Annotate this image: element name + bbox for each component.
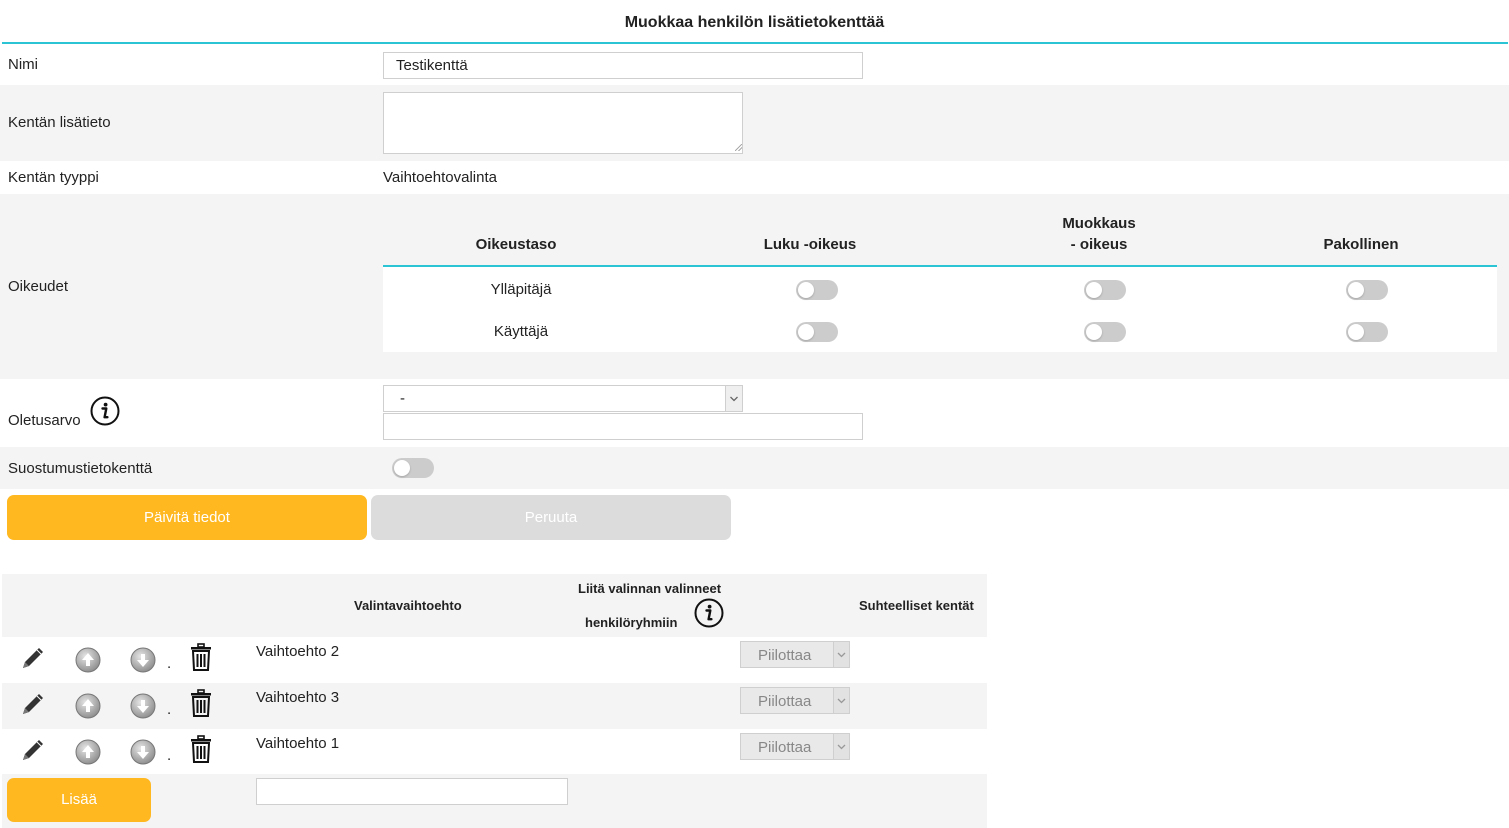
- perm-header-edit-line1: Muokkaus: [1062, 215, 1136, 232]
- chevron-down-icon: [833, 688, 849, 713]
- default-value-label: Oletusarvo: [8, 412, 81, 429]
- chevron-down-icon: [725, 386, 742, 411]
- add-option-row: Lisää: [2, 774, 987, 828]
- row-separator: .: [167, 655, 172, 672]
- trash-icon[interactable]: [186, 734, 216, 764]
- new-option-input[interactable]: [256, 778, 568, 805]
- options-table-header: Valintavaihtoehto Liitä valinnan valinne…: [2, 574, 987, 637]
- relative-select[interactable]: Piilottaa: [740, 641, 850, 668]
- arrow-up-icon[interactable]: [73, 691, 103, 721]
- perm-header-edit-line2: - oikeus: [1070, 236, 1128, 253]
- toggle-admin-edit[interactable]: [1084, 280, 1126, 300]
- resize-grip-icon[interactable]: [735, 144, 742, 151]
- pencil-icon[interactable]: [18, 735, 48, 765]
- info-icon[interactable]: [90, 396, 120, 426]
- relative-select-value: Piilottaa: [758, 693, 812, 710]
- relative-select[interactable]: Piilottaa: [740, 733, 850, 760]
- toggle-admin-read[interactable]: [796, 280, 838, 300]
- toggle-admin-required[interactable]: [1346, 280, 1388, 300]
- title-divider: [2, 42, 1508, 44]
- toggle-user-edit[interactable]: [1084, 322, 1126, 342]
- option-label: Vaihtoehto 2: [256, 643, 340, 660]
- name-label: Nimi: [8, 56, 38, 73]
- chevron-down-icon: [833, 642, 849, 667]
- perm-header-read: Luku -oikeus: [763, 236, 857, 253]
- trash-icon[interactable]: [186, 688, 216, 718]
- table-row: . Vaihtoehto 3 Piilottaa: [2, 683, 987, 729]
- table-row: . Vaihtoehto 2 Piilottaa: [2, 637, 987, 683]
- arrow-down-icon[interactable]: [128, 737, 158, 767]
- perm-header-required: Pakollinen: [1323, 236, 1399, 253]
- option-label: Vaihtoehto 1: [256, 735, 340, 752]
- field-type-value: Vaihtoehtovalinta: [383, 169, 497, 186]
- relative-select[interactable]: Piilottaa: [740, 687, 850, 714]
- name-input[interactable]: [383, 52, 863, 79]
- arrow-up-icon[interactable]: [73, 737, 103, 767]
- header-relative: Suhteelliset kentät: [859, 598, 974, 613]
- perm-role-user: Käyttäjä: [493, 323, 549, 340]
- toggle-user-required[interactable]: [1346, 322, 1388, 342]
- table-row: . Vaihtoehto 1 Piilottaa: [2, 729, 987, 775]
- pencil-icon[interactable]: [18, 689, 48, 719]
- permissions-table-body: Ylläpitäjä Käyttäjä: [383, 267, 1497, 352]
- perm-role-admin: Ylläpitäjä: [490, 281, 552, 298]
- field-type-row: Kentän tyyppi Vaihtoehtovalinta: [0, 161, 1509, 194]
- row-separator: .: [167, 747, 172, 764]
- permissions-row: Oikeudet Oikeustaso Luku -oikeus Muokkau…: [0, 194, 1509, 379]
- consent-label: Suostumustietokenttä: [8, 460, 153, 477]
- header-option: Valintavaihtoehto: [354, 598, 462, 613]
- default-value-input[interactable]: [383, 413, 863, 440]
- trash-icon[interactable]: [186, 642, 216, 672]
- relative-select-value: Piilottaa: [758, 739, 812, 756]
- description-label: Kentän lisätieto: [8, 114, 111, 131]
- add-option-button[interactable]: Lisää: [7, 778, 151, 822]
- option-label: Vaihtoehto 3: [256, 689, 340, 706]
- page-title: Muokkaa henkilön lisätietokenttää: [624, 14, 885, 31]
- default-value-selected: -: [400, 390, 405, 407]
- arrow-down-icon[interactable]: [128, 645, 158, 675]
- row-separator: .: [167, 701, 172, 718]
- field-type-label: Kentän tyyppi: [8, 169, 99, 186]
- cancel-button[interactable]: Peruuta: [371, 495, 731, 540]
- toggle-consent[interactable]: [392, 458, 434, 478]
- permissions-label: Oikeudet: [8, 278, 69, 295]
- info-icon[interactable]: [694, 598, 724, 628]
- arrow-up-icon[interactable]: [73, 645, 103, 675]
- default-value-select[interactable]: -: [383, 385, 743, 412]
- description-row: Kentän lisätieto: [0, 85, 1509, 161]
- perm-header-level: Oikeustaso: [475, 236, 557, 253]
- options-table: Valintavaihtoehto Liitä valinnan valinne…: [2, 574, 987, 828]
- header-groups-line1: Liitä valinnan valinneet: [578, 581, 722, 596]
- relative-select-value: Piilottaa: [758, 647, 812, 664]
- pencil-icon[interactable]: [18, 643, 48, 673]
- chevron-down-icon: [833, 734, 849, 759]
- update-button[interactable]: Päivitä tiedot: [7, 495, 367, 540]
- toggle-user-read[interactable]: [796, 322, 838, 342]
- name-row: Nimi: [0, 46, 1509, 85]
- arrow-down-icon[interactable]: [128, 691, 158, 721]
- header-groups-line2: henkilöryhmiin: [585, 615, 678, 630]
- default-value-row: Oletusarvo -: [0, 379, 1509, 447]
- consent-row: Suostumustietokenttä: [0, 447, 1509, 489]
- description-textarea[interactable]: [383, 92, 743, 154]
